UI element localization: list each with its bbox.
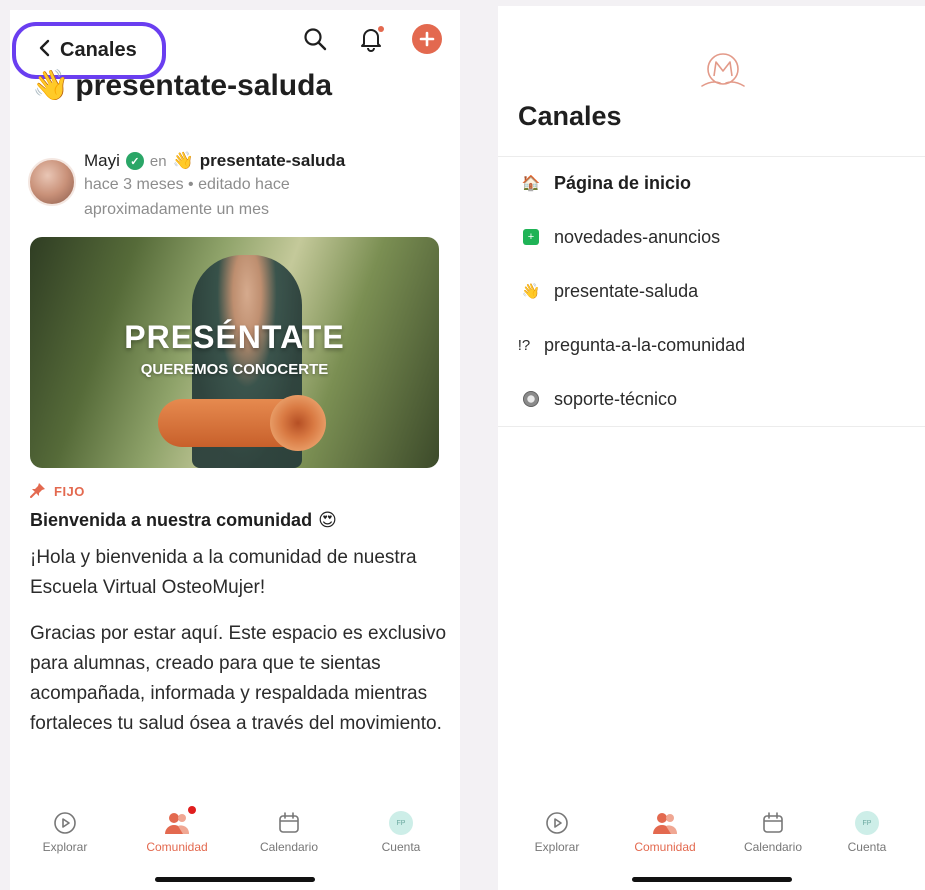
calendar-icon bbox=[276, 810, 302, 836]
notifications-bell-icon[interactable] bbox=[356, 24, 386, 54]
wave-icon: 👋 bbox=[521, 282, 541, 300]
channel-item-home[interactable]: 🏠 Página de inicio bbox=[498, 156, 925, 210]
avatar-icon: FP bbox=[855, 811, 879, 835]
tab-comunidad[interactable]: Comunidad bbox=[610, 810, 720, 854]
tab-comunidad[interactable]: Comunidad bbox=[122, 806, 232, 854]
tab-cuenta[interactable]: FP Cuenta bbox=[812, 810, 922, 854]
chevron-left-icon bbox=[38, 37, 50, 63]
home-indicator bbox=[155, 877, 315, 882]
top-actions bbox=[300, 24, 442, 54]
channel-list: 🏠 Página de inicio + novedades-anuncios … bbox=[498, 156, 925, 426]
tab-calendario[interactable]: Calendario bbox=[234, 810, 344, 854]
house-icon: 🏠 bbox=[521, 174, 541, 192]
wave-icon: 👋 bbox=[32, 68, 70, 103]
tab-cuenta[interactable]: FP Cuenta bbox=[346, 810, 456, 854]
channel-screen: Canales 👋 presentate-saluda Mayi ✓ en 👋 … bbox=[10, 10, 460, 890]
channels-screen: Canales 🏠 Página de inicio + novedades-a… bbox=[498, 6, 925, 890]
channel-label: Página de inicio bbox=[554, 172, 692, 193]
channel-item-novedades[interactable]: + novedades-anuncios bbox=[498, 210, 925, 264]
home-indicator bbox=[631, 877, 792, 882]
bottom-tab-bar: Explorar Comunidad Calendario FP Cuenta bbox=[498, 790, 925, 890]
gear-icon bbox=[523, 391, 539, 407]
author-name[interactable]: Mayi bbox=[84, 151, 120, 171]
post-image[interactable]: PRESÉNTATE QUEREMOS CONOCERTE bbox=[30, 237, 439, 468]
channel-label: presentate-saluda bbox=[554, 280, 699, 301]
pinned-badge: FIJO bbox=[30, 482, 85, 501]
bottom-tab-bar: Explorar Comunidad Calendario FP Cuenta bbox=[10, 790, 460, 890]
in-label: en bbox=[149, 152, 167, 170]
notification-dot bbox=[188, 806, 196, 814]
post-header: Mayi ✓ en 👋 presentate-saluda hace 3 mes… bbox=[28, 150, 364, 222]
channel-item-pregunta[interactable]: !? pregunta-a-la-comunidad bbox=[498, 318, 925, 372]
divider bbox=[498, 426, 925, 427]
channel-label: novedades-anuncios bbox=[554, 226, 721, 247]
channel-label: soporte-técnico bbox=[554, 388, 678, 409]
verified-check-icon: ✓ bbox=[125, 152, 144, 170]
image-title: PRESÉNTATE bbox=[124, 319, 345, 355]
brand-logo-icon bbox=[698, 50, 748, 92]
channel-name: presentate-saluda bbox=[75, 68, 333, 102]
heart-eyes-icon: 😍 bbox=[318, 510, 337, 531]
play-circle-icon bbox=[52, 810, 78, 836]
add-post-icon[interactable] bbox=[412, 24, 442, 54]
interrobang-icon: !? bbox=[517, 336, 531, 354]
calendar-icon bbox=[760, 810, 786, 836]
post-paragraph: Gracias por estar aquí. Este espacio es … bbox=[30, 623, 447, 734]
plus-square-icon: + bbox=[523, 229, 539, 245]
notification-dot bbox=[378, 26, 384, 32]
avatar-icon: FP bbox=[389, 811, 413, 835]
search-icon[interactable] bbox=[300, 24, 330, 54]
author-avatar[interactable] bbox=[28, 158, 76, 206]
pin-icon bbox=[30, 482, 46, 501]
tab-explorar[interactable]: Explorar bbox=[502, 810, 612, 854]
channel-label: pregunta-a-la-comunidad bbox=[544, 334, 746, 355]
post-body: ¡Hola y bienvenida a la comunidad de nue… bbox=[30, 543, 450, 755]
post-title[interactable]: Bienvenida a nuestra comunidad 😍 bbox=[30, 510, 337, 531]
pinned-label: FIJO bbox=[54, 484, 85, 499]
post-timestamp: hace 3 meses • editado hace aproximadame… bbox=[84, 176, 290, 218]
people-icon bbox=[652, 810, 678, 836]
wave-icon: 👋 bbox=[172, 151, 194, 171]
channel-item-presentate[interactable]: 👋 presentate-saluda bbox=[498, 264, 925, 318]
back-label: Canales bbox=[60, 39, 137, 61]
image-subtitle: QUEREMOS CONOCERTE bbox=[140, 361, 329, 378]
post-channel-link[interactable]: presentate-saluda bbox=[200, 151, 346, 171]
tab-explorar[interactable]: Explorar bbox=[10, 810, 120, 854]
post-paragraph: ¡Hola y bienvenida a la comunidad de nue… bbox=[30, 547, 417, 598]
page-title: Canales bbox=[518, 101, 622, 131]
people-icon bbox=[164, 806, 196, 836]
channel-item-soporte[interactable]: soporte-técnico bbox=[498, 372, 925, 426]
page-title: 👋 presentate-saluda bbox=[32, 68, 332, 103]
play-circle-icon bbox=[544, 810, 570, 836]
